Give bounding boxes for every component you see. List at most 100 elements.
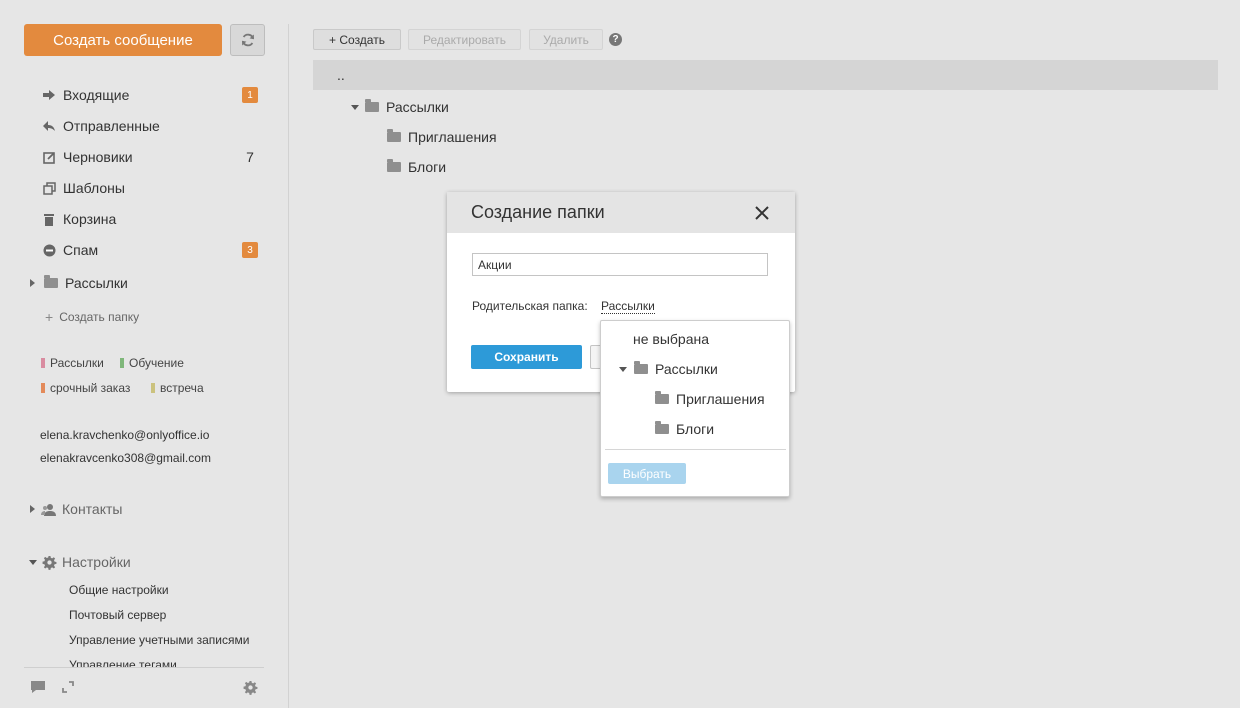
unread-badge: 1	[242, 87, 258, 103]
folder-label: Шаблоны	[63, 180, 125, 196]
sidebar-divider	[24, 667, 264, 668]
refresh-button[interactable]	[230, 24, 265, 56]
dropdown-divider	[605, 449, 786, 450]
dropdown-option-none[interactable]: не выбрана	[633, 329, 709, 349]
settings-general-link[interactable]: Общие настройки	[69, 583, 169, 597]
folder-label: Рассылки	[65, 275, 128, 291]
tag-color-swatch	[41, 358, 45, 368]
tag-color-swatch	[120, 358, 124, 368]
expand-view-button[interactable]	[60, 679, 76, 695]
collapse-caret-icon[interactable]	[351, 104, 359, 110]
contacts-section[interactable]: Контакты	[30, 501, 122, 517]
dialog-title: Создание папки	[447, 192, 795, 233]
folder-label: Входящие	[63, 87, 130, 103]
create-folder-link[interactable]: + Создать папку	[45, 309, 139, 325]
edit-icon	[42, 150, 56, 164]
settings-mail-server-link[interactable]: Почтовый сервер	[69, 608, 166, 622]
folder-trash[interactable]: Корзина	[42, 208, 258, 230]
account-item[interactable]: elena.kravchenko@onlyoffice.io	[40, 428, 209, 442]
expand-caret-icon[interactable]	[30, 279, 35, 287]
reply-icon	[42, 119, 56, 133]
tag-meeting[interactable]: встреча	[151, 381, 204, 395]
settings-accounts-link[interactable]: Управление учетными записями	[69, 633, 249, 647]
expand-icon	[62, 681, 74, 693]
expand-caret-icon	[30, 505, 35, 513]
dropdown-option-blogs[interactable]: Блоги	[655, 419, 714, 439]
tag-urgent-order[interactable]: срочный заказ	[41, 381, 130, 395]
tree-folder-invitations[interactable]: Приглашения	[387, 127, 497, 147]
feedback-button[interactable]	[30, 679, 46, 695]
close-icon	[755, 206, 769, 220]
block-icon	[42, 243, 56, 257]
dropdown-option-label: Рассылки	[655, 361, 718, 377]
tree-folder-newsletters[interactable]: Рассылки	[351, 97, 449, 117]
settings-label: Настройки	[62, 554, 131, 570]
folder-icon	[387, 129, 401, 142]
draft-count: 7	[246, 149, 254, 165]
folder-spam[interactable]: Спам 3	[42, 239, 258, 261]
refresh-icon	[241, 33, 254, 47]
create-folder-button[interactable]: + Создать	[313, 29, 401, 50]
parent-folder-selector[interactable]: Рассылки	[601, 299, 655, 314]
folder-icon	[634, 361, 648, 374]
tree-folder-label: Блоги	[408, 159, 447, 175]
spam-badge: 3	[242, 242, 258, 258]
folder-label: Черновики	[63, 149, 133, 165]
trash-icon	[42, 212, 56, 226]
account-item[interactable]: elenakravcenko308@gmail.com	[40, 451, 211, 465]
help-icon[interactable]: ?	[609, 33, 622, 46]
tree-folder-blogs[interactable]: Блоги	[387, 157, 446, 177]
chat-icon	[31, 681, 45, 693]
tag-color-swatch	[151, 383, 155, 393]
tag-label: Обучение	[129, 356, 184, 370]
folder-label: Отправленные	[63, 118, 160, 134]
plus-icon: +	[45, 309, 54, 325]
folder-sent[interactable]: Отправленные	[42, 115, 258, 137]
select-button[interactable]: Выбрать	[608, 463, 686, 484]
collapse-caret-icon	[29, 559, 37, 565]
save-button[interactable]: Сохранить	[471, 345, 582, 369]
folder-icon	[655, 421, 669, 434]
tree-folder-label: Рассылки	[386, 99, 449, 115]
close-button[interactable]	[753, 204, 771, 222]
tag-newsletters[interactable]: Рассылки	[41, 356, 104, 370]
settings-section[interactable]: Настройки	[29, 554, 131, 570]
folder-name-input[interactable]	[472, 253, 768, 276]
template-icon	[42, 181, 56, 195]
tag-label: срочный заказ	[50, 381, 131, 395]
tree-parent-row[interactable]: ..	[313, 60, 1218, 90]
tag-color-swatch	[41, 383, 45, 393]
contacts-icon	[41, 503, 56, 516]
arrow-right-icon	[42, 88, 56, 102]
parent-folder-dropdown: не выбрана Рассылки Приглашения Блоги Вы…	[600, 320, 790, 497]
create-message-button[interactable]: Создать сообщение	[24, 24, 222, 56]
settings-tags-link[interactable]: Управление тегами	[69, 658, 177, 667]
user-folder-newsletters[interactable]: Рассылки	[30, 272, 246, 294]
folder-icon	[655, 391, 669, 404]
folder-icon	[387, 159, 401, 172]
tag-label: Рассылки	[50, 356, 104, 370]
tree-folder-label: Приглашения	[408, 129, 497, 145]
tag-training[interactable]: Обучение	[120, 356, 184, 370]
folder-label: Корзина	[63, 211, 117, 227]
sidebar-settings-button[interactable]	[242, 679, 258, 695]
folder-templates[interactable]: Шаблоны	[42, 177, 258, 199]
dropdown-option-invitations[interactable]: Приглашения	[655, 389, 765, 409]
delete-button[interactable]: Удалить	[529, 29, 603, 50]
parent-folder-label: Родительская папка:	[472, 299, 588, 313]
sidebar-separator	[288, 24, 289, 708]
dropdown-option-newsletters[interactable]: Рассылки	[619, 359, 718, 379]
folder-inbox[interactable]: Входящие 1	[42, 84, 258, 106]
edit-button[interactable]: Редактировать	[408, 29, 521, 50]
folder-icon	[44, 275, 58, 288]
gear-icon	[42, 555, 57, 570]
folder-icon	[365, 99, 379, 112]
contacts-label: Контакты	[62, 501, 123, 517]
folder-drafts[interactable]: Черновики 7	[42, 146, 258, 168]
collapse-caret-icon[interactable]	[619, 366, 627, 372]
tag-label: встреча	[160, 381, 204, 395]
dropdown-option-label: Приглашения	[676, 391, 765, 407]
create-folder-label: Создать папку	[59, 310, 140, 324]
folder-label: Спам	[63, 242, 99, 258]
dropdown-option-label: Блоги	[676, 421, 715, 437]
